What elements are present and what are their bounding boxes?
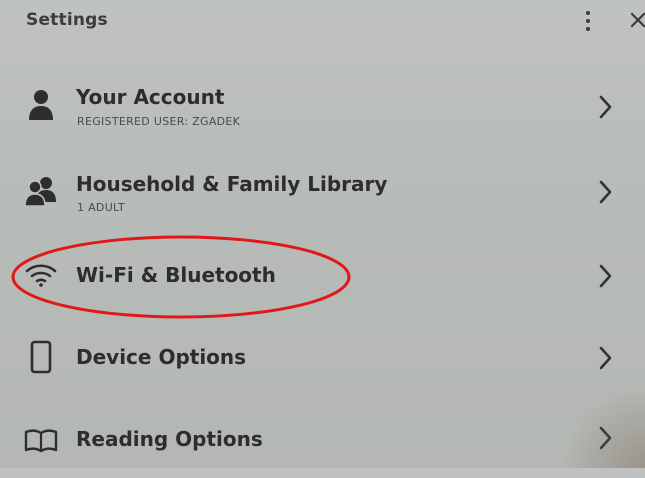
device-icon <box>24 340 58 374</box>
page-title: Settings <box>26 10 108 30</box>
wifi-icon <box>24 258 58 292</box>
chevron-right-icon <box>594 177 616 207</box>
settings-item-reading-options[interactable]: Reading Options <box>0 398 645 478</box>
close-icon[interactable] <box>628 6 645 34</box>
people-icon <box>24 174 58 208</box>
settings-item-your-account[interactable]: Your Account REGISTERED USER: ZGADEK <box>0 66 645 146</box>
settings-item-label: Device Options <box>76 345 247 369</box>
settings-item-household[interactable]: Household & Family Library 1 ADULT <box>0 152 645 232</box>
chevron-right-icon <box>594 423 616 453</box>
chevron-right-icon <box>594 92 616 122</box>
settings-item-label: Household & Family Library <box>76 172 388 196</box>
settings-header: Settings <box>0 0 645 52</box>
settings-item-label: Wi-Fi & Bluetooth <box>76 263 276 287</box>
chevron-right-icon <box>594 261 616 291</box>
settings-item-sublabel: REGISTERED USER: ZGADEK <box>77 115 241 128</box>
settings-item-label: Reading Options <box>76 427 263 451</box>
settings-item-sublabel: 1 ADULT <box>77 201 125 214</box>
settings-item-label: Your Account <box>76 85 225 109</box>
book-icon <box>24 424 58 458</box>
chevron-right-icon <box>594 343 616 373</box>
settings-item-device-options[interactable]: Device Options <box>0 318 645 398</box>
kebab-menu-icon[interactable] <box>578 8 598 34</box>
person-icon <box>24 88 58 122</box>
settings-item-wifi-bluetooth[interactable]: Wi-Fi & Bluetooth <box>0 236 645 316</box>
